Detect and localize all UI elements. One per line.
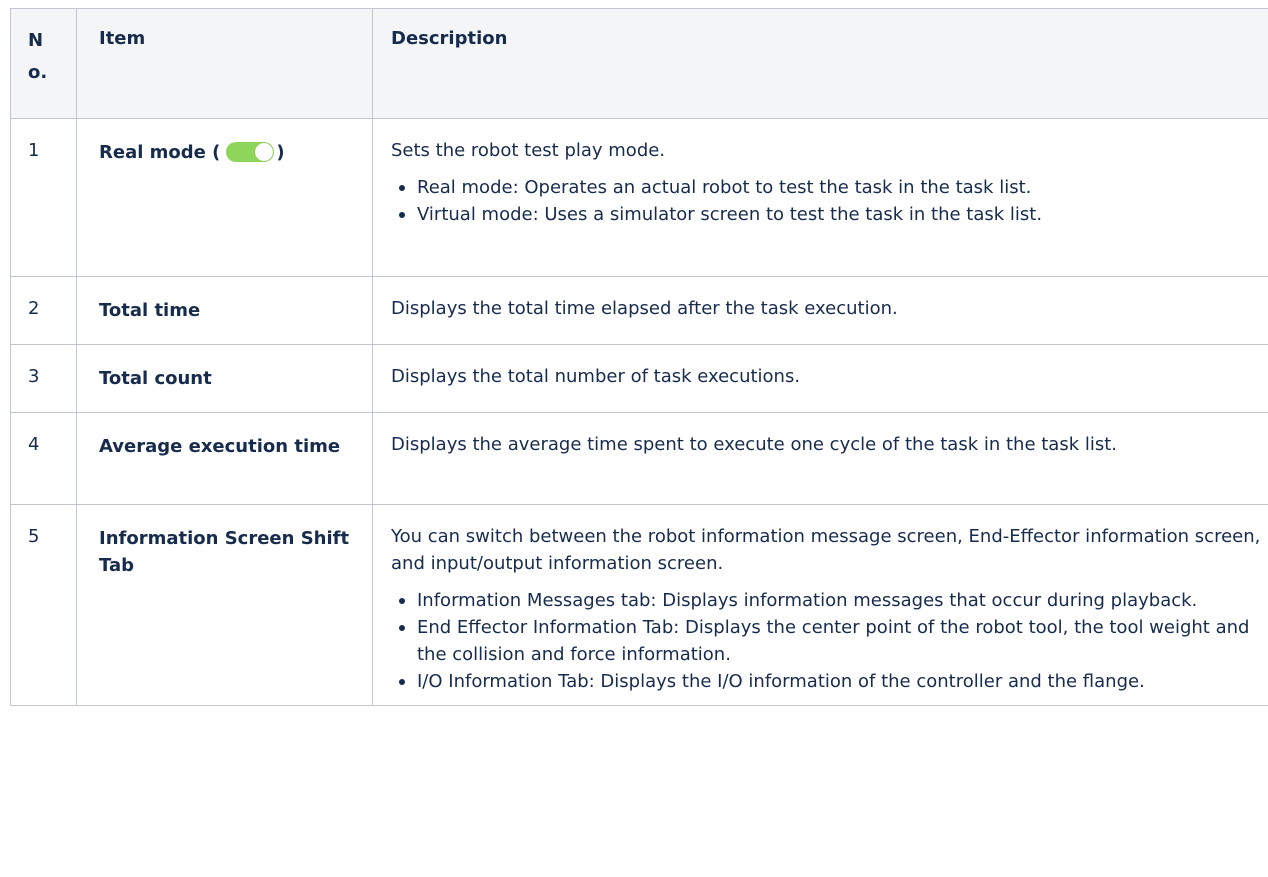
row-number: 3 (28, 366, 40, 387)
table-row: 2 Total time Displays the total time ela… (10, 276, 1268, 345)
description-text: Displays the average time spent to execu… (391, 434, 1118, 455)
table-row: 3 Total count Displays the total number … (10, 344, 1268, 413)
toggle-knob (255, 143, 274, 161)
robot-test-play-table: No. Item Description 1 Real mode () Sets… (10, 8, 1268, 706)
list-item: Virtual mode: Uses a simulator screen to… (399, 201, 1262, 228)
toggle-switch-on-icon (226, 142, 275, 162)
table-row: 4 Average execution time Displays the av… (10, 412, 1268, 505)
item-cell: Total time (76, 276, 373, 345)
item-cell: Real mode () (76, 118, 373, 277)
header-item-label: Item (99, 28, 146, 49)
description-text: You can switch between the robot informa… (391, 526, 1261, 574)
item-label: Real mode ( (99, 142, 221, 163)
description-cell: Displays the average time spent to execu… (372, 412, 1268, 505)
row-number: 5 (28, 526, 40, 547)
row-number: 1 (28, 140, 40, 161)
row-number-cell: 5 (10, 504, 77, 706)
header-no: No. (10, 8, 77, 119)
description-text: Displays the total number of task execut… (391, 366, 801, 387)
list-item: Information Messages tab: Displays infor… (399, 587, 1262, 614)
description-cell: Displays the total time elapsed after th… (372, 276, 1268, 345)
description-cell: Sets the robot test play mode. Real mode… (372, 118, 1268, 277)
item-cell: Total count (76, 344, 373, 413)
list-item: End Effector Information Tab: Displays t… (399, 614, 1262, 668)
row-number: 2 (28, 298, 40, 319)
description-bullet-list: Real mode: Operates an actual robot to t… (391, 174, 1262, 228)
header-description-label: Description (391, 28, 508, 49)
row-number-cell: 4 (10, 412, 77, 505)
description-cell: Displays the total number of task execut… (372, 344, 1268, 413)
item-cell: Information Screen Shift Tab (76, 504, 373, 706)
header-no-label: No. (28, 30, 48, 83)
row-number-cell: 2 (10, 276, 77, 345)
description-text: Sets the robot test play mode. (391, 140, 666, 161)
description-cell: You can switch between the robot informa… (372, 504, 1268, 706)
row-number-cell: 3 (10, 344, 77, 413)
item-label: Total count (99, 368, 212, 389)
list-item: I/O Information Tab: Displays the I/O in… (399, 668, 1262, 695)
header-description: Description (372, 8, 1268, 119)
row-number-cell: 1 (10, 118, 77, 277)
description-bullet-list: Information Messages tab: Displays infor… (391, 587, 1262, 695)
row-number: 4 (28, 434, 40, 455)
item-label-suffix: ) (276, 142, 285, 163)
table-header-row: No. Item Description (10, 8, 1268, 119)
table-row: 1 Real mode () Sets the robot test play … (10, 118, 1268, 277)
item-label: Total time (99, 300, 201, 321)
item-cell: Average execution time (76, 412, 373, 505)
header-item: Item (76, 8, 373, 119)
item-label: Average execution time (99, 436, 341, 457)
table-container: No. Item Description 1 Real mode () Sets… (10, 8, 1268, 877)
table-row: 5 Information Screen Shift Tab You can s… (10, 504, 1268, 706)
description-text: Displays the total time elapsed after th… (391, 298, 898, 319)
item-label: Information Screen Shift Tab (99, 528, 350, 576)
list-item: Real mode: Operates an actual robot to t… (399, 174, 1262, 201)
